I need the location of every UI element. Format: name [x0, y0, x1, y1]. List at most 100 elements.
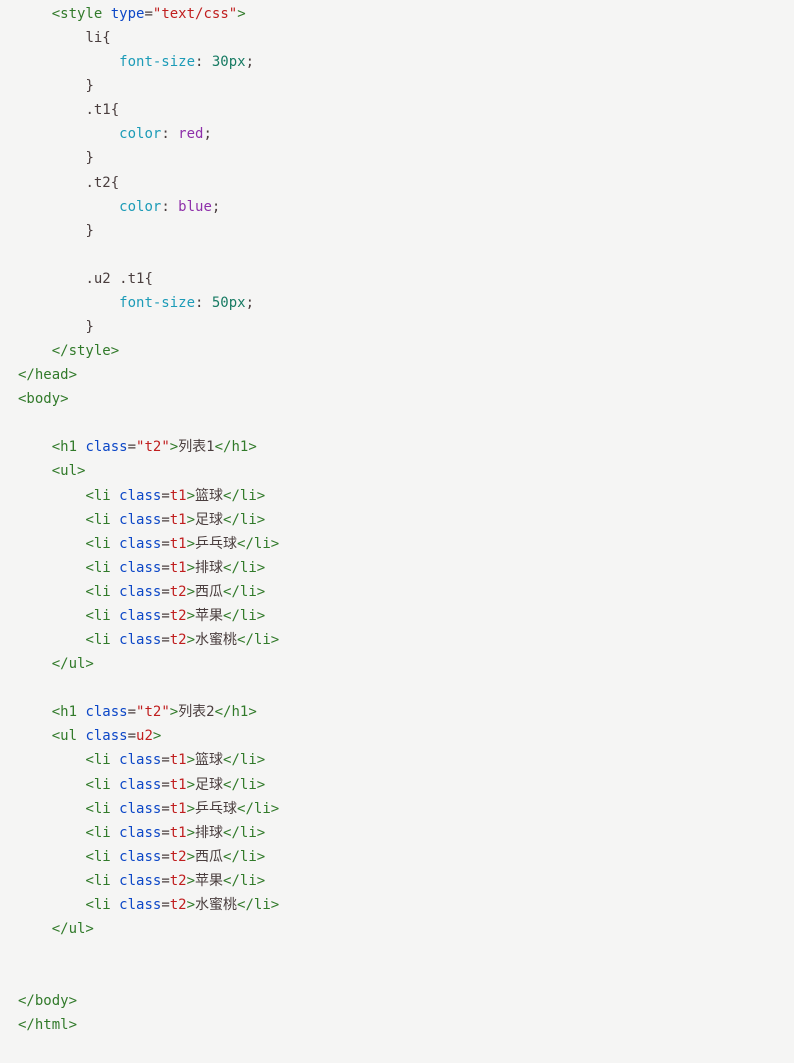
equals: =: [161, 512, 169, 528]
property: color: [119, 126, 161, 142]
code-line: <ul>: [18, 463, 85, 479]
close-bracket: >: [187, 777, 195, 793]
code-line: </html>: [18, 1017, 77, 1033]
code-line: <li class=t1>排球</li>: [18, 560, 265, 576]
code-line: .t1{: [18, 102, 119, 118]
close-bracket: >: [187, 560, 195, 576]
close-tag: </html>: [18, 1017, 77, 1033]
close-tag: </li>: [237, 632, 279, 648]
brace: }: [85, 150, 93, 166]
close-tag: </h1>: [215, 439, 257, 455]
code-line: li{: [18, 30, 111, 46]
close-tag: </li>: [237, 536, 279, 552]
attr-name: class: [111, 801, 162, 817]
equals: =: [144, 6, 152, 22]
code-line: <style type="text/css">: [18, 6, 246, 22]
code-line: <ul class=u2>: [18, 728, 161, 744]
text-content: 西瓜: [195, 584, 223, 600]
close-tag: </style>: [52, 343, 119, 359]
attr-value: t2: [170, 873, 187, 889]
equals: =: [128, 728, 136, 744]
attr-value: t1: [170, 801, 187, 817]
equals: =: [161, 777, 169, 793]
close-bracket: >: [237, 6, 245, 22]
text-content: 排球: [195, 825, 223, 841]
attr-name: class: [111, 512, 162, 528]
code-line: </ul>: [18, 921, 94, 937]
brace: }: [85, 78, 93, 94]
colon: :: [161, 126, 169, 142]
attr-value: "t2": [136, 704, 170, 720]
open-tag: <li: [85, 632, 110, 648]
open-tag: <style: [52, 6, 103, 22]
code-line: [18, 969, 26, 985]
close-tag: </li>: [223, 825, 265, 841]
code-line: <li class=t1>篮球</li>: [18, 752, 265, 768]
equals: =: [161, 897, 169, 913]
close-bracket: >: [187, 608, 195, 624]
attr-name: class: [111, 777, 162, 793]
attr-name: class: [111, 608, 162, 624]
code-line: color: blue;: [18, 199, 220, 215]
equals: =: [161, 488, 169, 504]
selector: .t2{: [85, 175, 119, 191]
code-line: .u2 .t1{: [18, 271, 153, 287]
text-content: 乒乓球: [195, 801, 237, 817]
open-tag: <ul>: [52, 463, 86, 479]
close-tag: </li>: [223, 777, 265, 793]
equals: =: [161, 849, 169, 865]
code-line: <li class=t1>排球</li>: [18, 825, 265, 841]
code-line: </body>: [18, 993, 77, 1009]
code-line: color: red;: [18, 126, 212, 142]
equals: =: [161, 801, 169, 817]
text-content: 篮球: [195, 752, 223, 768]
code-line: <li class=t2>水蜜桃</li>: [18, 632, 279, 648]
code-line: [18, 945, 26, 961]
close-tag: </ul>: [52, 921, 94, 937]
code-line: font-size: 30px;: [18, 54, 254, 70]
attr-value: t1: [170, 825, 187, 841]
selector: .u2 .t1{: [85, 271, 152, 287]
property: color: [119, 199, 161, 215]
close-bracket: >: [187, 873, 195, 889]
code-line: <li class=t1>乒乓球</li>: [18, 536, 279, 552]
value: 30px: [203, 54, 245, 70]
close-bracket: >: [187, 512, 195, 528]
open-tag: <li: [85, 777, 110, 793]
code-line: }: [18, 78, 94, 94]
text-content: 水蜜桃: [195, 632, 237, 648]
attr-value: t2: [170, 897, 187, 913]
code-line: </style>: [18, 343, 119, 359]
text-content: 足球: [195, 512, 223, 528]
close-bracket: >: [187, 849, 195, 865]
code-line: <h1 class="t2">列表2</h1>: [18, 704, 257, 720]
open-tag: <li: [85, 584, 110, 600]
close-tag: </li>: [223, 560, 265, 576]
open-tag: <li: [85, 825, 110, 841]
close-bracket: >: [187, 801, 195, 817]
attr-value: t2: [170, 849, 187, 865]
code-line: }: [18, 319, 94, 335]
open-tag: <h1: [52, 704, 77, 720]
attr-name: class: [111, 873, 162, 889]
close-tag: </li>: [223, 752, 265, 768]
close-tag: </li>: [223, 873, 265, 889]
close-tag: </li>: [223, 512, 265, 528]
code-line: <li class=t2>苹果</li>: [18, 608, 265, 624]
colon: :: [161, 199, 169, 215]
equals: =: [161, 752, 169, 768]
open-tag: <li: [85, 512, 110, 528]
code-line: <li class=t2>水蜜桃</li>: [18, 897, 279, 913]
close-bracket: >: [187, 488, 195, 504]
text-content: 足球: [195, 777, 223, 793]
code-line: <body>: [18, 391, 69, 407]
code-line: </head>: [18, 367, 77, 383]
open-tag: <li: [85, 897, 110, 913]
selector: .t1{: [85, 102, 119, 118]
brace: }: [85, 319, 93, 335]
attr-value: t1: [170, 512, 187, 528]
semicolon: ;: [212, 199, 220, 215]
attr-value: "text/css": [153, 6, 237, 22]
close-bracket: >: [187, 632, 195, 648]
equals: =: [128, 704, 136, 720]
